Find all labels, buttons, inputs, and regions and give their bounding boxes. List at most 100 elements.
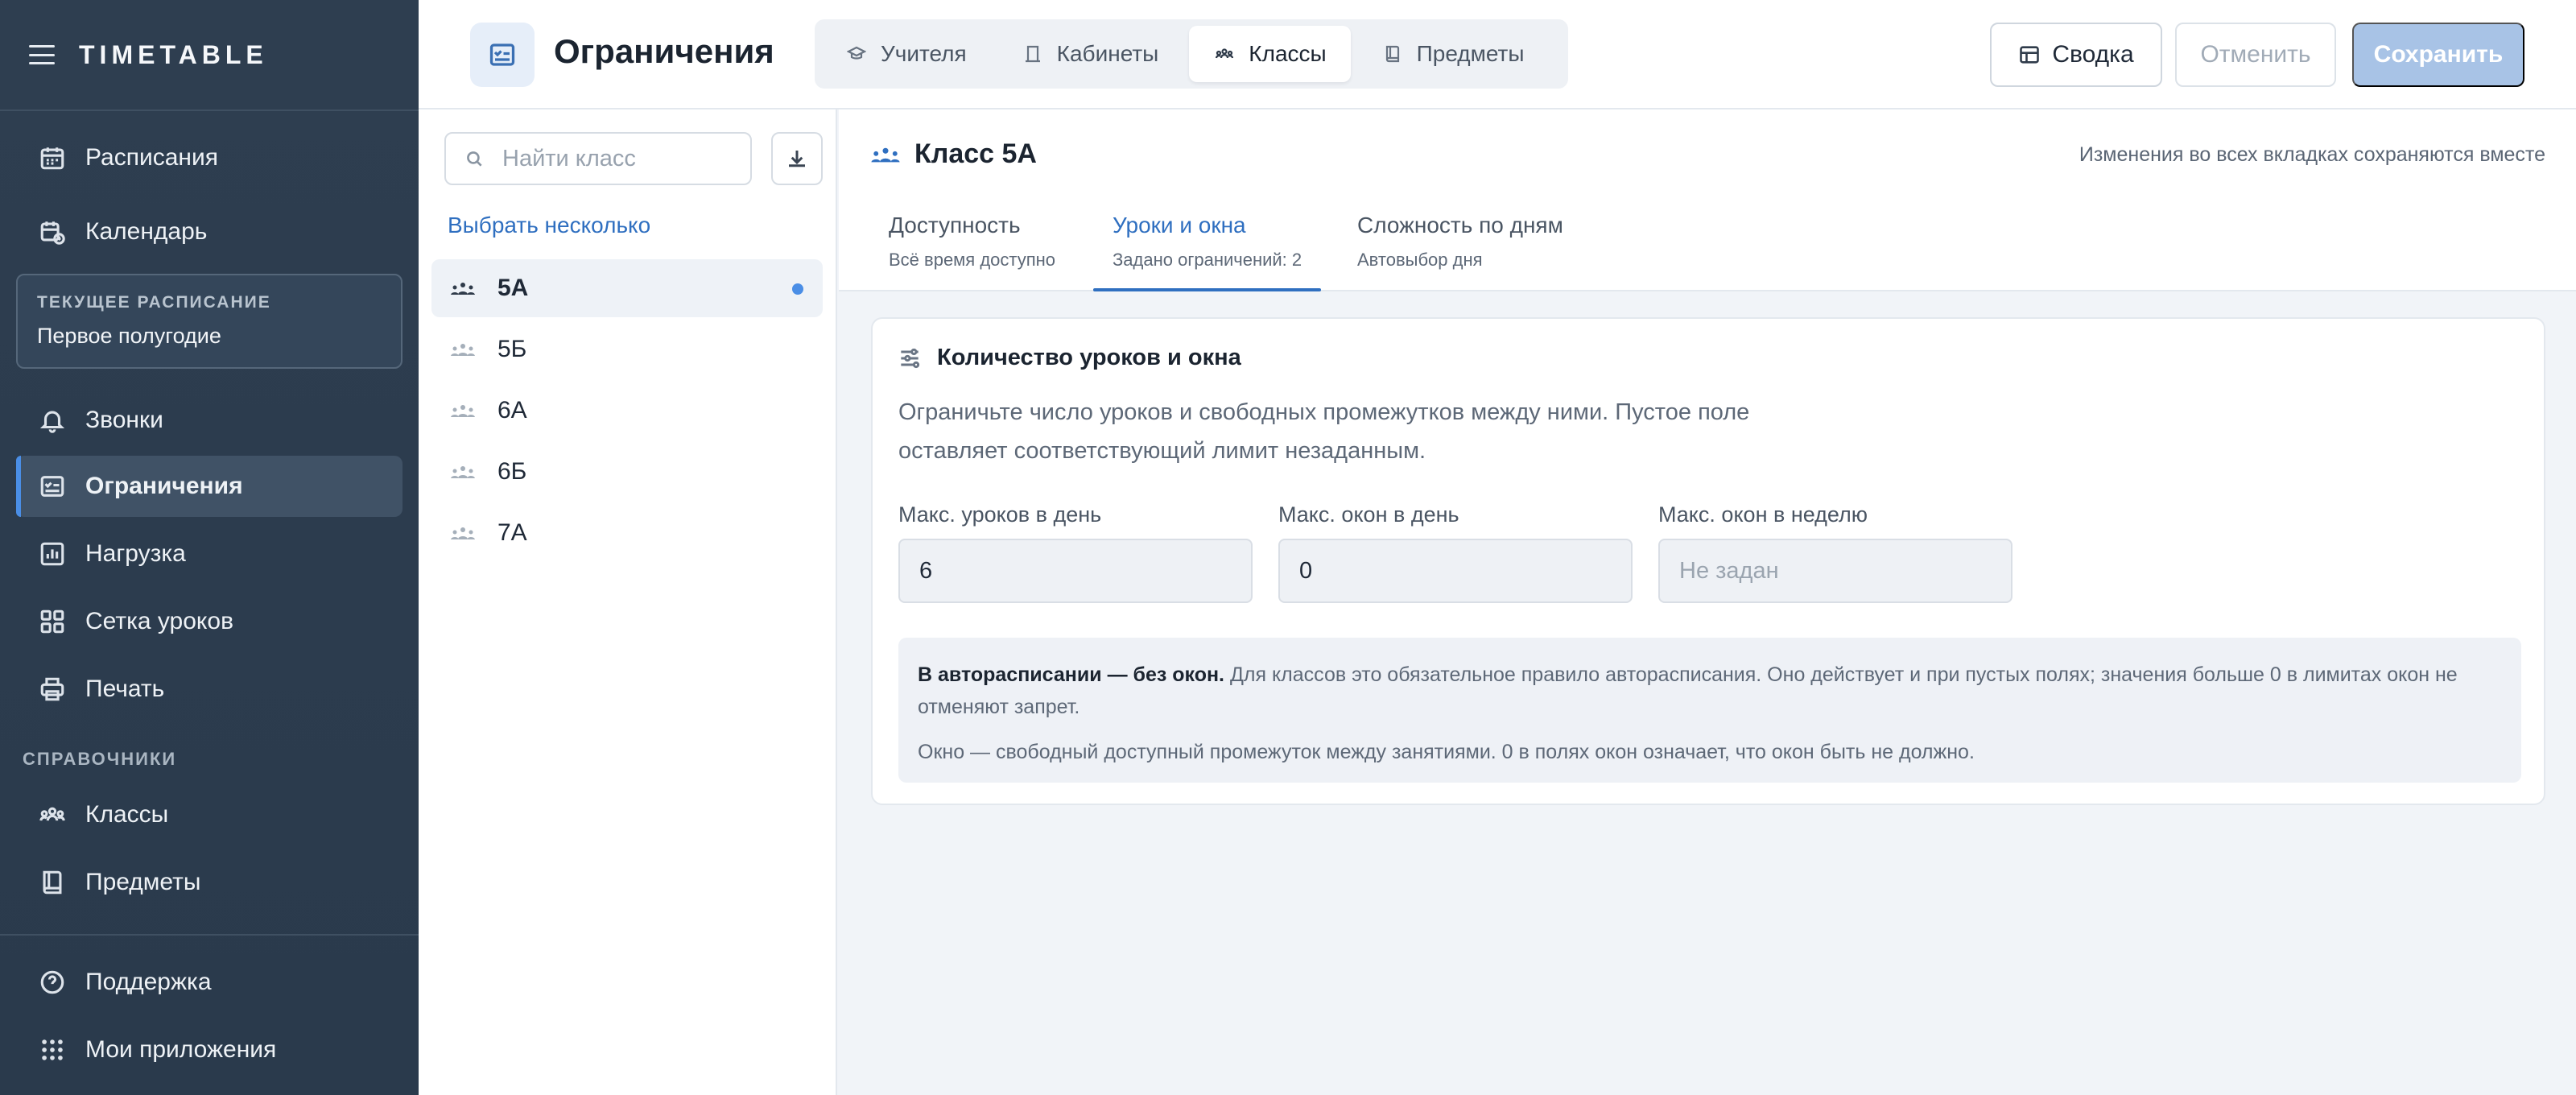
subtab-daily-difficulty[interactable]: Сложность по дням Автовыбор дня bbox=[1338, 209, 1583, 291]
sidebar-item-label: Предметы bbox=[85, 869, 201, 895]
calendar-icon bbox=[39, 144, 66, 171]
sliders-icon bbox=[901, 348, 920, 368]
tab-classes[interactable]: Классы bbox=[1189, 26, 1351, 82]
summary-button-label: Сводка bbox=[2052, 41, 2134, 68]
save-button[interactable]: Сохранить bbox=[2352, 23, 2524, 87]
sidebar-item-schedules[interactable]: Расписания bbox=[16, 127, 402, 188]
tab-label: Учителя bbox=[881, 41, 967, 66]
class-item-label: 5Б bbox=[497, 336, 527, 362]
grid-icon bbox=[39, 608, 66, 635]
apps-grid-icon bbox=[39, 1036, 66, 1064]
table-icon bbox=[2020, 46, 2040, 64]
class-list-panel: Выбрать несколько 5А 5Б 6А 6Б 7А bbox=[419, 110, 837, 1095]
help-icon bbox=[39, 969, 66, 996]
sidebar-item-my-apps[interactable]: Мои приложения bbox=[16, 1019, 402, 1081]
sidebar-item-constraints[interactable]: Ограничения bbox=[16, 456, 402, 517]
info-bold: В авторасписании — без окон. bbox=[918, 663, 1225, 686]
tab-rooms[interactable]: Кабинеты bbox=[997, 26, 1183, 82]
subtab-title: Доступность bbox=[889, 213, 1021, 238]
card-description: Ограничьте число уроков и свободных пром… bbox=[898, 399, 1750, 464]
subtab-title: Уроки и окна bbox=[1113, 213, 1246, 238]
download-button[interactable] bbox=[771, 132, 823, 185]
book-icon bbox=[39, 869, 66, 896]
class-item-6b[interactable]: 6Б bbox=[431, 443, 823, 501]
group-icon bbox=[451, 527, 475, 539]
sidebar-item-label: Печать bbox=[85, 676, 165, 702]
group-icon bbox=[1216, 48, 1234, 59]
sidebar-item-label: Сетка уроков bbox=[85, 608, 234, 634]
sidebar-item-print[interactable]: Печать bbox=[16, 659, 402, 720]
app-logo: TIMETABLE bbox=[79, 39, 268, 69]
current-schedule-caption: ТЕКУЩЕЕ РАСПИСАНИЕ bbox=[37, 293, 271, 312]
sidebar-item-label: Календарь bbox=[85, 218, 208, 245]
sidebar-item-label: Поддержка bbox=[85, 969, 212, 995]
book-icon bbox=[1385, 45, 1399, 63]
group-icon bbox=[39, 801, 66, 828]
class-item-label: 7А bbox=[497, 519, 527, 546]
sidebar-item-workload[interactable]: Нагрузка bbox=[16, 523, 402, 585]
sidebar-item-support[interactable]: Поддержка bbox=[16, 952, 402, 1013]
max-gaps-per-day-field: Макс. окон в день 0 bbox=[1278, 502, 1633, 603]
current-schedule-value: Первое полугодие bbox=[37, 324, 221, 348]
card-heading-text: Количество уроков и окна bbox=[937, 345, 1241, 370]
section-caption-references: СПРАВОЧНИКИ bbox=[23, 749, 177, 769]
group-icon bbox=[451, 405, 475, 417]
modified-indicator bbox=[792, 283, 803, 295]
class-search bbox=[444, 132, 752, 185]
summary-button[interactable]: Сводка bbox=[1990, 23, 2162, 87]
sidebar-item-classes[interactable]: Классы bbox=[16, 784, 402, 845]
class-item-6a[interactable]: 6А bbox=[431, 382, 823, 440]
class-title: Класс 5А bbox=[869, 138, 1037, 170]
save-note: Изменения во всех вкладках сохраняются в… bbox=[2079, 143, 2545, 166]
sidebar-item-label: Ограничения bbox=[85, 473, 243, 499]
max-lessons-per-day-input[interactable]: 6 bbox=[898, 539, 1253, 603]
lessons-gaps-card: Количество уроков и окна Ограничьте числ… bbox=[871, 317, 2545, 805]
subtab-title: Сложность по дням bbox=[1357, 213, 1563, 238]
group-icon bbox=[451, 283, 475, 295]
class-item-5b[interactable]: 5Б bbox=[431, 320, 823, 378]
class-item-7a[interactable]: 7А bbox=[431, 504, 823, 562]
subtab-availability[interactable]: Доступность Всё время доступно bbox=[869, 209, 1075, 291]
sidebar: TIMETABLE Расписания Календарь ТЕКУЩЕЕ Р… bbox=[0, 0, 419, 1095]
sidebar-item-subjects[interactable]: Предметы bbox=[16, 852, 402, 913]
sidebar-item-calendar[interactable]: Календарь bbox=[16, 201, 402, 262]
group-icon bbox=[451, 466, 475, 478]
class-header: Класс 5А Изменения во всех вкладках сохр… bbox=[839, 110, 2576, 291]
subtab-subtitle: Всё время доступно bbox=[889, 250, 1056, 270]
menu-icon[interactable] bbox=[29, 45, 55, 64]
sidebar-divider bbox=[0, 934, 419, 936]
sidebar-item-label: Расписания bbox=[85, 144, 218, 171]
class-item-label: 6Б bbox=[497, 458, 527, 485]
select-multiple-link[interactable]: Выбрать несколько bbox=[448, 213, 650, 238]
class-item-label: 6А bbox=[497, 397, 527, 424]
tab-label: Предметы bbox=[1416, 41, 1525, 66]
tab-teachers[interactable]: Учителя bbox=[821, 26, 991, 82]
sidebar-item-label: Звонки bbox=[85, 407, 163, 433]
info-paragraph: В авторасписании — без окон. Для классов… bbox=[918, 659, 2502, 723]
tab-subjects[interactable]: Предметы bbox=[1357, 26, 1549, 82]
page-title: Ограничения bbox=[554, 32, 774, 70]
bell-icon bbox=[39, 407, 66, 434]
max-gaps-per-day-input[interactable]: 0 bbox=[1278, 539, 1633, 603]
top-header: Ограничения Учителя Кабинеты Классы Пред… bbox=[419, 0, 2576, 110]
sidebar-item-lesson-grid[interactable]: Сетка уроков bbox=[16, 591, 402, 652]
checklist-icon bbox=[39, 473, 66, 500]
info-paragraph-2: Окно — свободный доступный промежуток ме… bbox=[918, 741, 1975, 763]
search-input[interactable] bbox=[502, 145, 744, 172]
door-icon bbox=[1025, 45, 1040, 63]
teacher-icon bbox=[847, 46, 866, 60]
max-lessons-per-day-field: Макс. уроков в день 6 bbox=[898, 502, 1253, 603]
tab-label: Классы bbox=[1249, 41, 1327, 66]
field-label: Макс. окон в день bbox=[1278, 502, 1459, 527]
cancel-button[interactable]: Отменить bbox=[2175, 23, 2336, 87]
sidebar-item-bells[interactable]: Звонки bbox=[16, 390, 402, 451]
subtab-lessons-and-gaps[interactable]: Уроки и окна Задано ограничений: 2 bbox=[1093, 209, 1322, 291]
current-schedule-selector[interactable]: ТЕКУЩЕЕ РАСПИСАНИЕ Первое полугодие bbox=[16, 274, 402, 369]
main-content: Класс 5А Изменения во всех вкладках сохр… bbox=[839, 110, 2576, 1095]
brand-bar: TIMETABLE bbox=[0, 0, 419, 111]
printer-icon bbox=[39, 676, 66, 703]
class-item-5a[interactable]: 5А bbox=[431, 259, 823, 317]
sidebar-item-label: Нагрузка bbox=[85, 540, 186, 567]
max-gaps-per-week-field: Макс. окон в неделю Не задан bbox=[1658, 502, 2013, 603]
max-gaps-per-week-input[interactable]: Не задан bbox=[1658, 539, 2013, 603]
